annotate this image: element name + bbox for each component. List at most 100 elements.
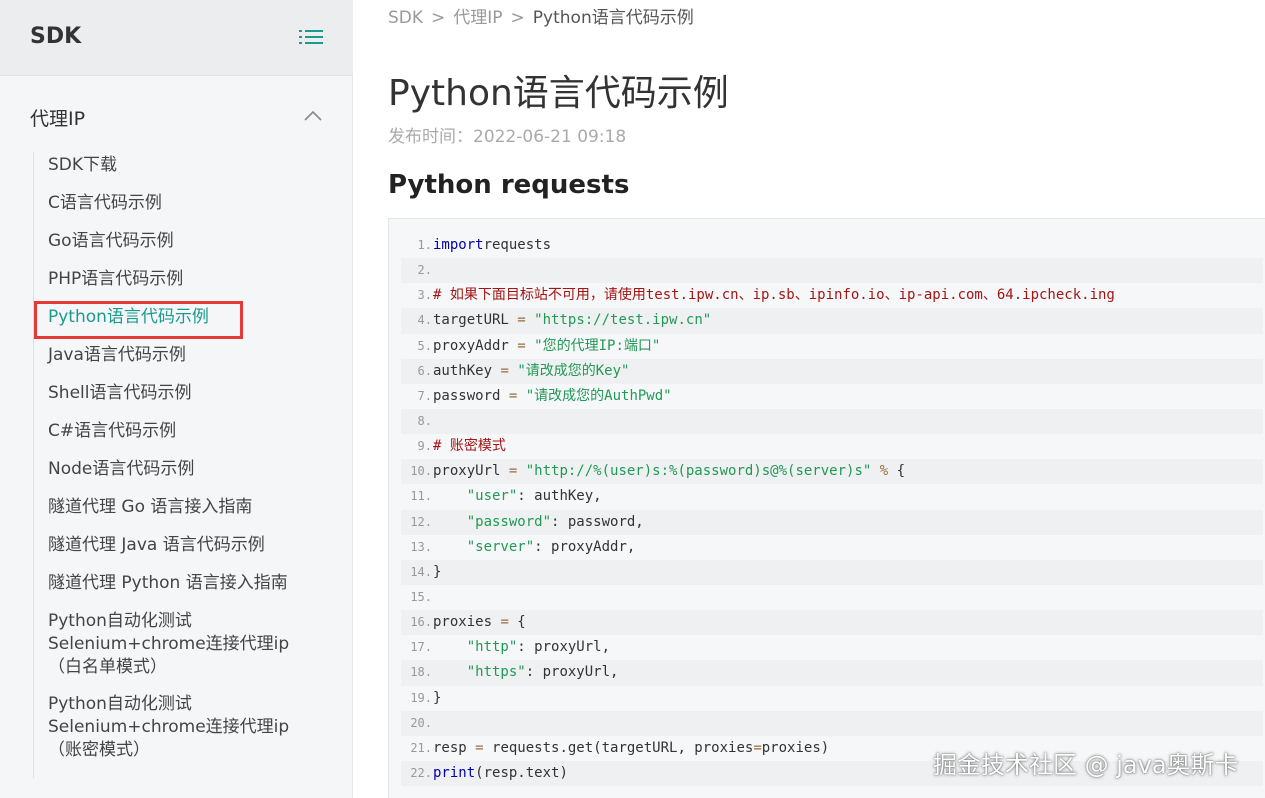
- menu-list-icon[interactable]: [299, 28, 323, 50]
- code-text: "user": authKey,: [433, 484, 1263, 509]
- breadcrumb-proxy-ip[interactable]: 代理IP: [453, 8, 502, 28]
- sidebar-item-2[interactable]: Go语言代码示例: [48, 230, 348, 253]
- line-number: 13.: [410, 539, 432, 554]
- line-number: 11.: [410, 489, 432, 504]
- code-line: 3. # 如果下面目标站不可用，请使用test.ipw.cn、ip.sb、ipin…: [401, 283, 1263, 308]
- sidebar-item-label-line: Python自动化测试: [48, 694, 192, 714]
- line-number: 14.: [410, 564, 432, 579]
- watermark: 掘金技术社区 @ java奥斯卡: [933, 751, 1239, 779]
- sidebar-item-7[interactable]: C#语言代码示例: [48, 420, 348, 443]
- sidebar-item-label: C#语言代码示例: [48, 421, 177, 441]
- code-token: =: [500, 614, 509, 631]
- publish-time: 发布时间：2022-06-21 09:18: [388, 127, 627, 147]
- code-token: : password,: [551, 513, 644, 530]
- code-token: =: [475, 739, 484, 756]
- code-token: (resp.text): [475, 764, 568, 781]
- line-number: 17.: [410, 640, 432, 655]
- code-line: 15.: [401, 585, 1263, 610]
- sidebar-item-label: C语言代码示例: [48, 193, 162, 213]
- sidebar-item-13[interactable]: Python自动化测试 Selenium+chrome连接代理ip （账密模式）: [48, 693, 348, 762]
- sidebar-item-label: Node语言代码示例: [48, 459, 195, 479]
- code-token: "请改成您的Key": [517, 362, 630, 379]
- code-text: authKey = "请改成您的Key": [433, 359, 1263, 384]
- chevron-up-icon[interactable]: [303, 108, 323, 122]
- code-line: 13. "server": proxyAddr,: [401, 535, 1263, 560]
- sidebar-title: SDK: [30, 24, 82, 49]
- sidebar-item-11[interactable]: 隧道代理 Python 语言接入指南: [48, 572, 348, 595]
- line-number: 2.: [417, 263, 432, 278]
- sidebar-item-label-line: Selenium+chrome连接代理ip: [48, 634, 290, 654]
- code-token: print: [433, 764, 476, 781]
- sidebar-item-label-line: Python自动化测试: [48, 611, 192, 631]
- breadcrumb-separator: >: [431, 8, 446, 28]
- sidebar-item-1[interactable]: C语言代码示例: [48, 192, 348, 215]
- sidebar-item-label: 隧道代理 Go 语言接入指南: [48, 497, 253, 517]
- code-token: "password": [466, 513, 552, 530]
- code-token: "https": [466, 664, 526, 681]
- code-token: =: [500, 362, 509, 379]
- line-number: 7.: [417, 388, 432, 403]
- code-token: import: [433, 237, 484, 253]
- sidebar-item-label: 隧道代理 Python 语言接入指南: [48, 573, 288, 593]
- sidebar-item-6[interactable]: Shell语言代码示例: [48, 382, 348, 405]
- code-token: "server": [466, 538, 535, 555]
- code-token: requests: [483, 237, 552, 253]
- code-line: 16. proxies = {: [401, 610, 1263, 636]
- line-number: 6.: [417, 363, 432, 378]
- code-line: 10. proxyUrl = "http://%(user)s:%(passwor…: [401, 459, 1263, 485]
- code-line: 7. password = "请改成您的AuthPwd": [401, 384, 1263, 409]
- code-text: password = "请改成您的AuthPwd": [433, 384, 1263, 409]
- sidebar-item-0[interactable]: SDK下载: [48, 154, 348, 177]
- code-token: resp: [433, 739, 476, 756]
- breadcrumb-sdk[interactable]: SDK: [388, 8, 423, 28]
- sidebar-header: SDK: [0, 0, 353, 76]
- code-token: proxies): [761, 739, 830, 756]
- sidebar-item-label: 隧道代理 Java 语言代码示例: [48, 535, 265, 555]
- code-line: 18. "https": proxyUrl,: [401, 660, 1263, 686]
- code-token: : proxyUrl,: [525, 664, 619, 681]
- line-number: 9.: [417, 439, 432, 454]
- sidebar-item-label: PHP语言代码示例: [48, 269, 184, 289]
- code-token: "https://test.ipw.cn": [534, 312, 712, 329]
- sidebar-item-10[interactable]: 隧道代理 Java 语言代码示例: [48, 534, 348, 557]
- line-number: 5.: [417, 338, 432, 353]
- section-title: Python requests: [388, 170, 630, 200]
- code-token: {: [888, 463, 906, 480]
- breadcrumb: SDK > 代理IP > Python语言代码示例: [388, 3, 694, 28]
- sidebar-item-4[interactable]: Python语言代码示例: [48, 306, 348, 329]
- sidebar-item-3[interactable]: PHP语言代码示例: [48, 268, 348, 291]
- page-title: Python语言代码示例: [388, 73, 729, 114]
- code-token: : proxyUrl,: [517, 639, 611, 656]
- sidebar-item-5[interactable]: Java语言代码示例: [48, 344, 348, 367]
- code-line: 4. targetURL = "https://test.ipw.cn": [401, 308, 1263, 334]
- code-token: }: [433, 689, 442, 706]
- line-number: 8.: [417, 413, 432, 428]
- code-token: # 账密模式: [433, 438, 506, 455]
- code-block[interactable]: 1. importrequests 2. 3. # 如果下面目标站不可用，请使用test…: [388, 218, 1265, 798]
- nav-group-title[interactable]: 代理IP: [30, 104, 85, 131]
- code-text: "http": proxyUrl,: [433, 635, 1263, 660]
- code-token: "请改成您的AuthPwd": [525, 387, 672, 404]
- sidebar-item-label: Go语言代码示例: [48, 231, 174, 251]
- code-line: 8.: [401, 408, 1263, 435]
- code-text: # 如果下面目标站不可用，请使用test.ipw.cn、ip.sb、ipinfo…: [433, 283, 1263, 308]
- code-text: }: [433, 686, 1263, 711]
- sidebar-item-12[interactable]: Python自动化测试 Selenium+chrome连接代理ip （白名单模式）: [48, 610, 348, 679]
- code-text: proxyAddr = "您的代理IP:端口": [433, 334, 1263, 359]
- code-line: 1. importrequests: [401, 233, 1263, 258]
- code-token: targetURL: [433, 312, 518, 329]
- line-number: 22.: [410, 765, 432, 780]
- sidebar-item-8[interactable]: Node语言代码示例: [48, 458, 348, 481]
- code-token: : authKey,: [517, 488, 602, 505]
- breadcrumb-current: Python语言代码示例: [532, 8, 694, 28]
- sidebar-item-9[interactable]: 隧道代理 Go 语言接入指南: [48, 496, 348, 519]
